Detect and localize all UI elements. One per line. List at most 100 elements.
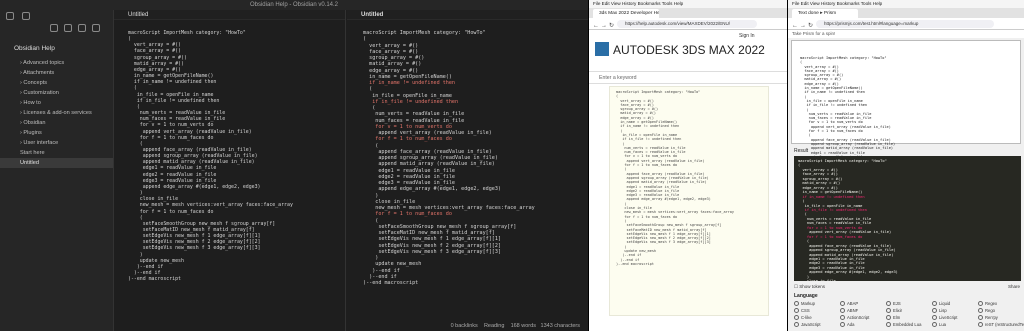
sidebar-item[interactable]: › Advanced topics — [0, 58, 113, 68]
language-radio[interactable]: Ada — [840, 322, 854, 327]
file-explorer: Obsidian Help › Advanced topics › Attachm… — [0, 10, 114, 331]
back-icon[interactable]: ← — [593, 20, 599, 29]
page-heading: Take Prism for a spin! — [788, 30, 1024, 38]
sidebar-item[interactable]: › How to — [0, 98, 113, 108]
code-line: new_mesh = mesh vertices:vert_array face… — [616, 210, 735, 215]
language-radio[interactable]: Markup — [794, 301, 815, 306]
autodesk-logo-icon — [595, 42, 609, 56]
folder-list: › Advanced topics › Attachments › Concepts… — [0, 58, 113, 168]
language-radio[interactable]: Lisp — [932, 308, 947, 313]
files-icon[interactable] — [6, 12, 14, 20]
language-radio[interactable]: Elm — [886, 315, 900, 320]
sidebar-item[interactable]: Untitled — [0, 158, 113, 168]
code-text: macroScript ImportMesh category: "HowTo"… — [616, 90, 734, 266]
sidebar-item[interactable]: Start here — [0, 148, 113, 158]
language-radio[interactable]: Embedded Lua — [886, 322, 921, 327]
pane-title: Untitled — [114, 10, 345, 20]
desktop: Obsidian Help - Obsidian v0.14.2 Obsidia… — [0, 0, 1024, 331]
search-input[interactable]: Enter a keyword — [589, 72, 788, 84]
code-line: setFaceSmoothGroup new_mesh f sgroup_arr… — [616, 223, 722, 228]
sidebar-item[interactable]: › Licenses & add-on services — [0, 108, 113, 118]
language-radio[interactable]: EJS — [886, 301, 901, 306]
code-input-textarea[interactable]: macroScript ImportMesh category: "HowTo"… — [791, 40, 1021, 176]
window-title: Obsidian Help - Obsidian v0.14.2 — [0, 0, 588, 10]
sidebar-item[interactable]: › Customization — [0, 88, 113, 98]
site-header: Sign In AUTODESK 3DS MAX 2022 — [589, 30, 788, 72]
browser-window-prism: File Edit View History Bookmarks Tools H… — [787, 0, 1024, 331]
editor-pane-right: Untitled macroScript ImportMesh category… — [347, 10, 588, 331]
result-panel: macroScript ImportMesh category: "HowTo"… — [794, 156, 1021, 281]
code-block-reading: macroScript ImportMesh category: "HowTo"… — [363, 30, 535, 286]
sidebar-item[interactable]: › User interface — [0, 138, 113, 148]
pane-title: Untitled — [347, 10, 588, 20]
show-tokens-label: Show tokens — [799, 284, 826, 289]
language-radio[interactable]: Ren'py — [978, 315, 998, 320]
language-heading: Language — [794, 293, 818, 299]
language-options: Markup CSS C-like JavaScript ABAP ABNF ActionS… — [794, 301, 1024, 331]
tab-strip: 3ds Max 2022 Developer Help — [589, 8, 787, 18]
language-radio[interactable]: Liquid — [932, 301, 950, 306]
language-radio[interactable]: JavaScript — [794, 322, 821, 327]
language-radio[interactable]: Lua — [932, 322, 946, 327]
code-line: append matid_array (readValue in_file) — [800, 146, 894, 151]
code-line: macroScript ImportMesh category: "HowTo" — [800, 56, 887, 60]
language-radio[interactable]: Regex — [978, 301, 997, 306]
code-line: )--end macroscript — [616, 261, 654, 266]
forward-icon[interactable]: → — [601, 20, 607, 29]
new-folder-icon[interactable] — [64, 24, 72, 32]
reload-icon[interactable]: ↻ — [808, 20, 813, 29]
editor-pane-left: Untitled macroScript ImportMesh category… — [114, 10, 346, 331]
result-label: Result — [794, 148, 809, 154]
browser-tab[interactable]: Text done ▸ Prism — [792, 9, 858, 18]
word-count: 168 words — [510, 323, 536, 329]
address-bar[interactable]: https://prismjs.com/test.html#language=m… — [816, 20, 994, 28]
obsidian-window: Obsidian Help - Obsidian v0.14.2 Obsidia… — [0, 0, 588, 331]
product-title: AUTODESK 3DS MAX 2022 — [613, 43, 765, 57]
sidebar-item[interactable]: › Concepts — [0, 78, 113, 88]
code-line: new_mesh = mesh vertices:vert_array face… — [128, 202, 293, 209]
menu-bar[interactable]: File Edit View History Bookmarks Tools H… — [788, 0, 1024, 8]
language-radio[interactable]: CSS — [794, 308, 810, 313]
show-tokens-checkbox[interactable]: ☐ Show tokens — [794, 284, 825, 290]
status-bar: 0 backlinks Reading 168 words 1343 chara… — [348, 322, 588, 331]
vault-name[interactable]: Obsidian Help — [0, 44, 113, 54]
tab-strip: Text done ▸ Prism — [788, 8, 1024, 18]
view-mode: Reading — [483, 323, 505, 329]
toolbar: ← → ↻ https://prismjs.com/test.html#lang… — [788, 18, 1024, 30]
language-radio[interactable]: Rego — [978, 308, 995, 313]
code-sample: macroScript ImportMesh category: "HowTo"… — [609, 86, 769, 316]
back-icon[interactable]: ← — [792, 20, 798, 29]
language-radio[interactable]: C-like — [794, 315, 812, 320]
language-radio[interactable]: reST (reStructuredText) — [978, 322, 1024, 327]
explorer-toolbar — [0, 10, 113, 32]
sidebar-item[interactable]: › Attachments — [0, 68, 113, 78]
new-note-icon[interactable] — [50, 24, 58, 32]
share-link[interactable]: Share — [1008, 284, 1020, 289]
browser-window-autodesk: File Edit View History Bookmarks Tools H… — [588, 0, 788, 331]
language-radio[interactable]: LiveScript — [932, 315, 957, 320]
language-radio[interactable]: Elixir — [886, 308, 902, 313]
toolbar: ← → ↻ https://help.autodesk.com/view/MAX… — [589, 18, 787, 30]
language-radio[interactable]: ActionScript — [840, 315, 869, 320]
collapse-icon[interactable] — [92, 24, 100, 32]
code-line: )--end macroscript — [128, 276, 181, 283]
language-radio[interactable]: ABNF — [840, 308, 858, 313]
backlinks-count[interactable]: 0 backlinks — [451, 323, 478, 329]
menu-bar[interactable]: File Edit View History Bookmarks Tools H… — [589, 0, 787, 8]
browser-tab[interactable]: 3ds Max 2022 Developer Help — [593, 9, 659, 18]
sidebar-item[interactable]: › Plugins — [0, 128, 113, 138]
search-icon[interactable] — [22, 12, 30, 20]
sort-icon[interactable] — [78, 24, 86, 32]
code-line: close in_file — [798, 279, 922, 281]
code-block-editing[interactable]: macroScript ImportMesh category: "HowTo"… — [128, 30, 293, 282]
code-line: )--end macroscript — [363, 280, 419, 286]
forward-icon[interactable]: → — [800, 20, 806, 29]
language-radio[interactable]: ABAP — [840, 301, 858, 306]
char-count: 1343 characters — [540, 323, 580, 329]
sidebar-item[interactable]: › Obsidian — [0, 118, 113, 128]
address-bar[interactable]: https://help.autodesk.com/view/MAXDEV/20… — [617, 20, 757, 28]
help-content: macroScript ImportMesh category: "HowTo"… — [589, 84, 788, 331]
highlighted-code: macroScript ImportMesh category: "HowTo"… — [798, 159, 922, 281]
reload-icon[interactable]: ↻ — [609, 20, 614, 29]
sign-in-link[interactable]: Sign In — [739, 33, 755, 39]
